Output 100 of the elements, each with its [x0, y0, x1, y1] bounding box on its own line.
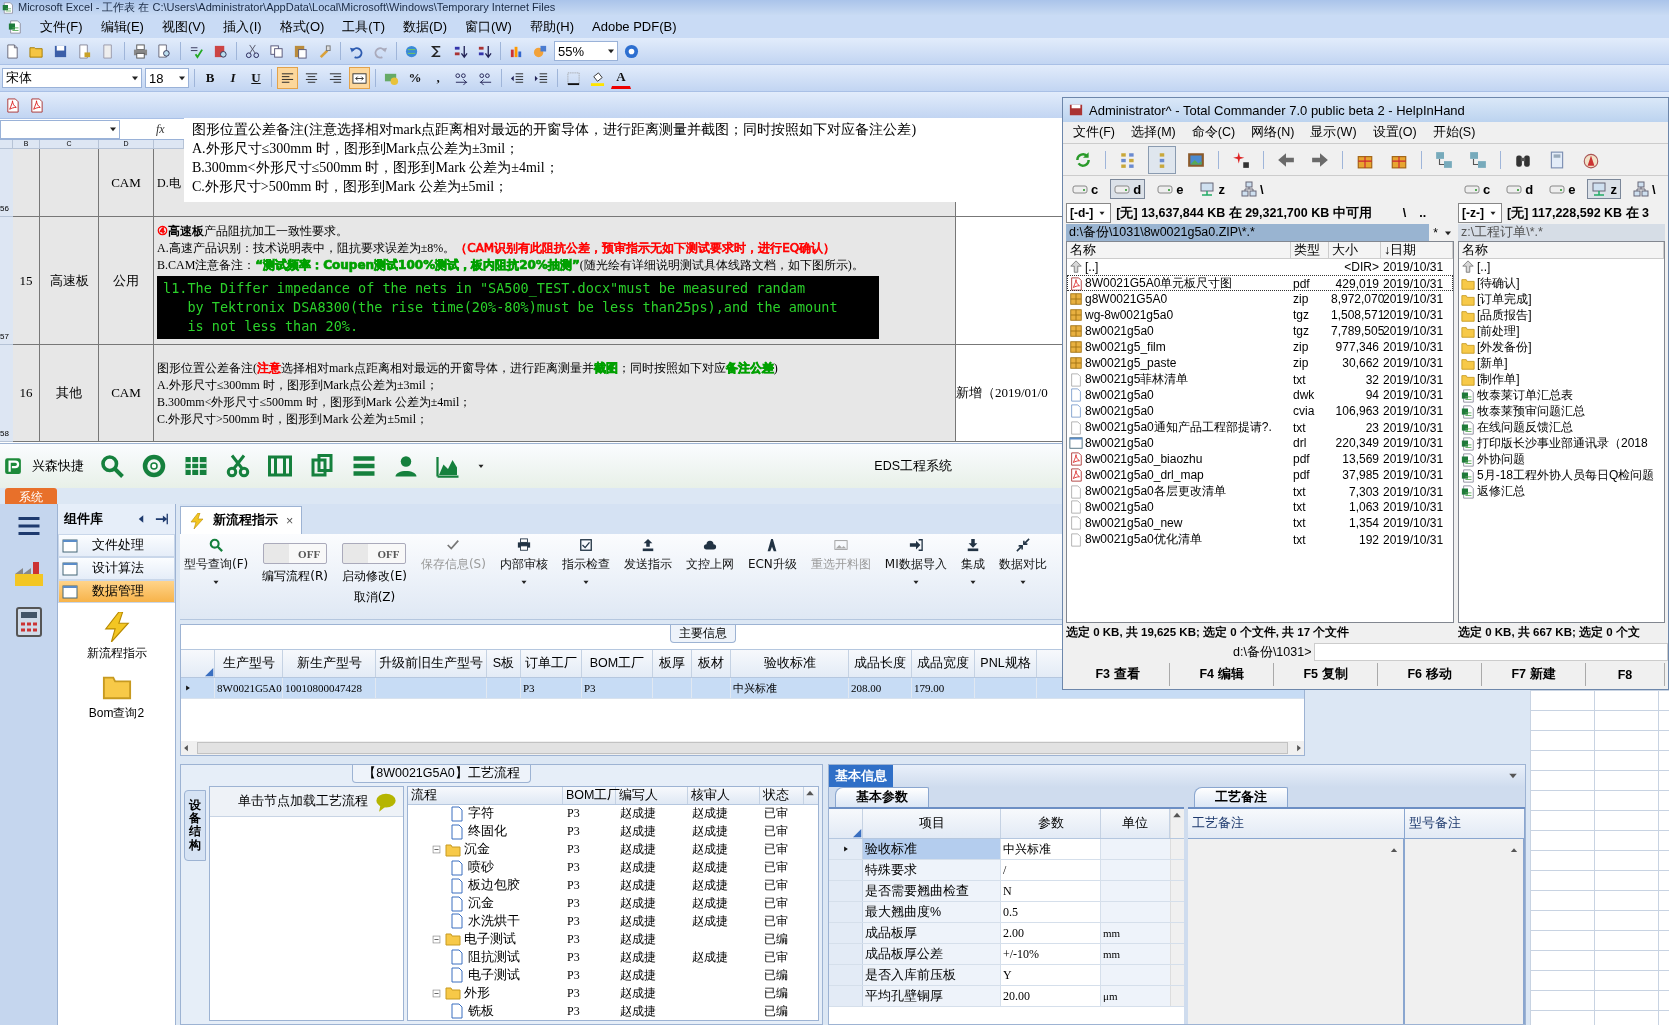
- ribbon-button[interactable]: 内部审核: [499, 538, 548, 587]
- tree-row[interactable]: 电子测试 P3 赵成捷 已编: [408, 966, 818, 985]
- column-header[interactable]: 参数: [1001, 809, 1101, 838]
- comma-style-button[interactable]: ,: [428, 67, 448, 89]
- column-header[interactable]: 生产型号: [215, 650, 283, 677]
- menu-item[interactable]: 编辑(E): [100, 17, 144, 36]
- parameter-row[interactable]: 最大翘曲度% 0.5: [829, 902, 1184, 923]
- file-row[interactable]: [..]: [1459, 259, 1664, 275]
- info-tab[interactable]: 基本信息: [829, 765, 893, 787]
- drive-combo[interactable]: [-d-]: [1066, 203, 1112, 223]
- menu-item[interactable]: 文件(F): [40, 17, 83, 36]
- file-row[interactable]: g8W0021G5A0 zip 8,972,0702019/10/31: [1067, 291, 1453, 307]
- drive-combo[interactable]: [-z-]: [1458, 203, 1502, 223]
- parameter-row[interactable]: 成品板厚公差 +/-10% mm: [829, 944, 1184, 965]
- file-row[interactable]: 5月-18工程外协人员每日Q检问题: [1459, 467, 1664, 483]
- navigation-button[interactable]: ..: [1419, 206, 1427, 220]
- menu-item[interactable]: 文件(F): [1073, 124, 1115, 141]
- file-row[interactable]: [前处理]: [1459, 323, 1664, 339]
- ribbon-button[interactable]: 指示检查: [561, 538, 610, 587]
- formula-text[interactable]: 图形位置公差备注(注意选择相对mark点距离相对最远的开窗导体，进行距离测量并截图；同时按照如下对应备注公差) A.外形尺寸≤300mm 时，图形到Mark点公差为±3mil； B.300mm<外形尺寸≤500mm 时，图形到Mark 公差为±4mil； C.外形尺寸>500mm 时，图形到Mark 公差为±5mil；: [184, 118, 1062, 202]
- drive-button[interactable]: c: [1460, 179, 1495, 199]
- file-row[interactable]: 8w0021g5a0优化清单 txt 192 2019/10/31: [1067, 531, 1453, 547]
- column-header[interactable]: PNL规格: [975, 650, 1037, 677]
- file-row[interactable]: 8w0021g5_paste zip 30,662 2019/10/31: [1067, 355, 1453, 371]
- file-row[interactable]: 牧泰莱预审问题汇总: [1459, 403, 1664, 419]
- tree-row[interactable]: 电子测试 P3 赵成捷 已编: [408, 930, 818, 949]
- file-row[interactable]: 8w0021g5a0_biaozhu pdf 13,569 2019/10/31: [1067, 451, 1453, 467]
- menu-item[interactable]: 开始(S): [1432, 124, 1476, 141]
- file-row[interactable]: [订单完成]: [1459, 291, 1664, 307]
- menu-item[interactable]: 网络(N): [1251, 124, 1295, 141]
- file-row[interactable]: 8w0021g5a0 tgz 7,789,5052019/10/31: [1067, 323, 1453, 339]
- menu-item[interactable]: 工具(T): [342, 17, 385, 36]
- zoom-combo[interactable]: 55%: [554, 41, 618, 61]
- drive-button[interactable]: \: [1236, 179, 1268, 199]
- ribbon-button[interactable]: 集成: [960, 538, 985, 587]
- column-header[interactable]: 状态: [760, 787, 804, 804]
- tree-row[interactable]: 喷砂 P3 赵成捷 赵成捷 已审: [408, 858, 818, 877]
- file-row[interactable]: [新单]: [1459, 355, 1664, 371]
- row-header[interactable]: 57: [0, 217, 13, 345]
- column-header[interactable]: S板: [487, 650, 521, 677]
- file-row[interactable]: 在线问题反馈汇总: [1459, 419, 1664, 435]
- row-header[interactable]: 58: [0, 345, 13, 442]
- column-header[interactable]: 成品宽度: [912, 650, 975, 677]
- column-header[interactable]: BOM工厂: [582, 650, 653, 677]
- menu-item[interactable]: 数据(D): [402, 17, 447, 36]
- toggle-switch[interactable]: OFF: [263, 543, 328, 564]
- menu-item[interactable]: 设置(O): [1372, 124, 1417, 141]
- menu-item[interactable]: 插入(I): [223, 17, 262, 36]
- ribbon-button[interactable]: 型号查询(F): [184, 538, 249, 587]
- function-key-button[interactable]: F5 复制: [1274, 663, 1378, 686]
- parameter-row[interactable]: 是否需要翘曲检查 N: [829, 881, 1184, 902]
- side-tab[interactable]: 设备结构: [184, 790, 206, 861]
- sidebar-item[interactable]: 文件处理: [58, 534, 175, 557]
- column-header[interactable]: 名称: [1459, 242, 1664, 259]
- column-header[interactable]: 项目: [863, 809, 1001, 838]
- tree-row[interactable]: 沉金 P3 赵成捷 赵成捷 已审: [408, 840, 818, 859]
- file-row[interactable]: 外协问题: [1459, 451, 1664, 467]
- bold-button[interactable]: B: [200, 67, 220, 89]
- navigation-button[interactable]: \: [1402, 206, 1407, 220]
- tree-row[interactable]: 字符 P3 赵成捷 赵成捷 已审: [408, 805, 818, 823]
- drive-button[interactable]: z: [1587, 179, 1621, 199]
- tree-row[interactable]: 终固化 P3 赵成捷 赵成捷 已审: [408, 822, 818, 841]
- parameter-row[interactable]: 验收标准 中兴标准: [829, 839, 1184, 860]
- sidebar-item[interactable]: 设计算法: [58, 557, 175, 580]
- close-icon[interactable]: ×: [286, 513, 294, 528]
- column-header[interactable]: 大小: [1329, 242, 1381, 259]
- column-header[interactable]: 新生产型号: [283, 650, 376, 677]
- tree-row[interactable]: 外形 P3 赵成捷 已编: [408, 984, 818, 1003]
- toggle-switch[interactable]: OFF: [342, 543, 407, 564]
- drive-button[interactable]: c: [1068, 179, 1103, 199]
- file-row[interactable]: 返修汇总: [1459, 483, 1664, 499]
- column-header[interactable]: 工艺备注: [1188, 809, 1405, 838]
- italic-button[interactable]: I: [223, 67, 243, 89]
- tree-row[interactable]: 阻抗测试 P3 赵成捷 赵成捷 已审: [408, 948, 818, 967]
- function-key-button[interactable]: F8: [1586, 663, 1665, 686]
- column-header[interactable]: 类型: [1291, 242, 1329, 259]
- function-key-button[interactable]: F3 查看: [1066, 663, 1170, 686]
- tree-row[interactable]: 水洗烘干 P3 赵成捷 赵成捷 已审: [408, 912, 818, 931]
- file-row[interactable]: wg-8w0021g5a0 tgz 1,508,5712019/10/31: [1067, 307, 1453, 323]
- underline-button[interactable]: U: [246, 67, 266, 89]
- parameter-row[interactable]: 特殊要求 /: [829, 860, 1184, 881]
- file-row[interactable]: 牧泰莱订单汇总表: [1459, 387, 1664, 403]
- menu-item[interactable]: 选择(M): [1130, 124, 1176, 141]
- filter-button[interactable]: *: [1433, 225, 1438, 240]
- drive-button[interactable]: e: [1545, 179, 1580, 199]
- drive-button[interactable]: d: [1502, 179, 1538, 199]
- column-header[interactable]: 验收标准: [731, 650, 849, 677]
- file-row[interactable]: 8w0021g5a0各层更改清单 txt 7,303 2019/10/31: [1067, 483, 1453, 499]
- font-color-button[interactable]: A: [611, 67, 631, 89]
- parameter-row[interactable]: 成品板厚 2.00 mm: [829, 923, 1184, 944]
- column-header[interactable]: 流程: [408, 787, 563, 804]
- parameter-row[interactable]: 平均孔壁铜厚 20.00 μm: [829, 986, 1184, 1007]
- document-tab[interactable]: 新流程指示 ×: [180, 506, 303, 534]
- drive-button[interactable]: d: [1110, 179, 1146, 199]
- column-header[interactable]: 名称: [1067, 242, 1291, 259]
- file-row[interactable]: 8w0021g5a0_new txt 1,354 2019/10/31: [1067, 515, 1453, 531]
- ribbon-button[interactable]: 发送指示: [623, 538, 672, 573]
- function-key-button[interactable]: F4 编辑: [1170, 663, 1274, 686]
- file-row[interactable]: 8w0021g5a0 dwk 94 2019/10/31: [1067, 387, 1453, 403]
- column-header[interactable]: 订单工厂: [521, 650, 582, 677]
